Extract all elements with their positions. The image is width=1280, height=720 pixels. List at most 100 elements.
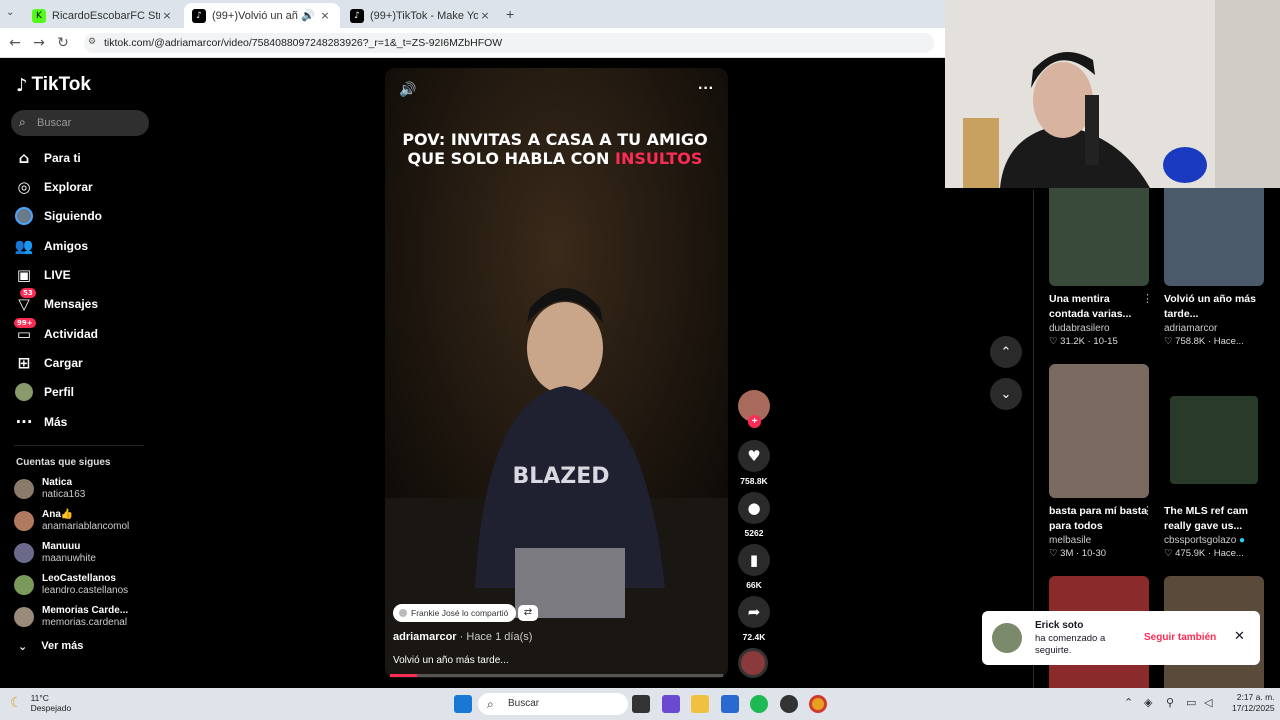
comment-icon: ● — [738, 492, 770, 524]
taskbar-clock[interactable]: 2:17 a. m. 17/12/2025 — [1232, 692, 1275, 714]
forward-icon[interactable]: → — [30, 34, 48, 52]
followed-account[interactable]: Natica natica163 — [14, 475, 85, 503]
followed-account[interactable]: Manuuu maanuwhite — [14, 539, 96, 567]
tab-tiktok-video[interactable]: ♪ (99+)Volvió un año más tar 🔊 × — [184, 3, 340, 28]
author-verified: cbssportsgolazo ● — [1164, 535, 1246, 546]
like-button[interactable]: ♥ 758.8K — [738, 440, 770, 486]
close-icon[interactable]: × — [318, 9, 332, 22]
next-video-button[interactable]: ⌄ — [990, 378, 1022, 410]
avatar — [14, 479, 34, 499]
sidebar-item-amigos[interactable]: 👥 Amigos — [14, 234, 88, 258]
webcam-frame — [945, 0, 1280, 188]
live-icon: ▣ — [16, 266, 32, 284]
related-video-card[interactable]: Una mentira contada varias... dudabrasil… — [1049, 188, 1153, 347]
close-icon[interactable]: × — [160, 9, 174, 22]
video-caption: POV: INVITAS A CASA A TU AMIGO QUE SOLO … — [402, 130, 708, 168]
save-button[interactable]: ▮ 66K — [738, 544, 770, 590]
follow-plus-icon[interactable]: + — [748, 415, 761, 428]
video-author[interactable]: adriamarcor · Hace 1 día(s) — [393, 631, 532, 643]
bookmark-icon: ▮ — [738, 544, 770, 576]
friends-icon: 👥 — [14, 237, 34, 255]
more-options-icon[interactable]: ⋮ — [1142, 504, 1153, 517]
search-input[interactable]: ⌕ Buscar — [11, 110, 149, 136]
microphone-icon[interactable]: ⚲ — [1166, 696, 1174, 709]
reload-icon[interactable]: ↻ — [54, 34, 72, 52]
comment-button[interactable]: ● 5262 — [738, 492, 770, 538]
avatar — [14, 543, 34, 563]
follow-notification: Erick soto ha comenzado a seguirte. Segu… — [982, 611, 1260, 665]
activity-badge: 99+ — [14, 318, 36, 328]
tiktok-icon: ♪ — [16, 74, 28, 96]
windows-start-icon[interactable] — [454, 695, 472, 713]
sidebar-item-actividad[interactable]: ▭ 99+ Actividad — [14, 318, 98, 346]
previous-video-button[interactable]: ⌃ — [990, 336, 1022, 368]
follow-back-button[interactable]: Seguir también — [1144, 632, 1216, 643]
tab-stream[interactable]: K RicardoEscobarFC Stream - Wa × — [24, 3, 182, 28]
followed-account[interactable]: LeoCastellanos leandro.castellanos — [14, 571, 128, 599]
repost-icon[interactable]: ⇄ — [518, 605, 538, 621]
sidebar-item-cargar[interactable]: ⊞ Cargar — [14, 351, 83, 375]
tray-expand-icon[interactable]: ⌃ — [1124, 696, 1133, 709]
video-thumbnail — [1164, 188, 1264, 286]
moon-icon: ☾ — [10, 695, 23, 711]
back-icon[interactable]: ← — [6, 34, 24, 52]
chevron-down-icon: ⌄ — [1000, 386, 1012, 402]
sidebar-item-live[interactable]: ▣ LIVE — [14, 263, 71, 287]
svg-text:BLAZED: BLAZED — [512, 464, 609, 489]
author-avatar-button[interactable]: + — [738, 390, 770, 428]
display-icon[interactable]: ▭ — [1186, 696, 1196, 709]
see-more-button[interactable]: ⌄ Ver más — [18, 640, 83, 653]
sidebar-item-para-ti[interactable]: ⌂ Para ti — [14, 146, 81, 170]
progress-fill — [390, 674, 417, 677]
share-button[interactable]: ➦ 72.4K — [738, 596, 770, 642]
divider — [14, 445, 144, 446]
sidebar-item-siguiendo[interactable]: Siguiendo — [14, 204, 102, 228]
sidebar-item-mensajes[interactable]: ▽ 53 Mensajes — [14, 288, 98, 316]
tab-search-icon[interactable]: ⌄ — [6, 7, 14, 18]
related-video-card[interactable]: The MLS ref cam really gave us... cbsspo… — [1164, 364, 1264, 559]
avatar — [14, 607, 34, 627]
shared-by-label[interactable]: Frankie José lo compartió — [393, 604, 517, 622]
sidebar-item-perfil[interactable]: Perfil — [14, 380, 74, 404]
webcam-overlay — [945, 0, 1280, 188]
profile-icon — [14, 382, 34, 402]
related-video-card[interactable]: Volvió un año más tarde... adriamarcor ♡… — [1164, 188, 1264, 347]
more-options-icon[interactable]: ··· — [698, 80, 714, 98]
sidebar-item-explorar[interactable]: ◎ Explorar — [14, 175, 92, 199]
volume-icon[interactable]: 🔊 — [399, 82, 416, 98]
sidebar-item-mas[interactable]: ··· Más — [14, 410, 67, 434]
music-disc-icon — [738, 648, 768, 678]
followed-account[interactable]: Ana👍 anamariablancomol — [14, 507, 129, 535]
tiktok-logo[interactable]: ♪ TikTok — [16, 74, 91, 96]
store-icon[interactable] — [721, 695, 739, 713]
video-thumbnail — [1049, 188, 1149, 286]
chrome-icon[interactable] — [809, 695, 827, 713]
chevron-up-icon: ⌃ — [1000, 344, 1012, 360]
new-tab-button[interactable]: + — [506, 6, 514, 22]
network-icon[interactable]: ◈ — [1144, 696, 1152, 709]
related-video-card[interactable]: basta para mí basta para todos melbasile… — [1049, 364, 1153, 559]
tiktok-icon: ♪ — [192, 8, 206, 23]
file-explorer-icon[interactable] — [691, 695, 709, 713]
weather-widget[interactable]: ☾ 11°C Despejado — [10, 693, 71, 713]
task-view-icon[interactable] — [632, 695, 650, 713]
obs-icon[interactable] — [780, 695, 798, 713]
kick-icon: K — [32, 8, 46, 23]
close-icon[interactable]: × — [478, 9, 492, 22]
music-disc-button[interactable] — [738, 648, 770, 678]
speaker-icon[interactable]: ◁ — [1204, 696, 1212, 709]
close-icon[interactable]: ✕ — [1234, 629, 1245, 644]
verified-icon: ● — [1239, 535, 1246, 546]
url-field[interactable]: tiktok.com/@adriamarcor/video/7584088097… — [84, 33, 934, 53]
following-title: Cuentas que sigues — [16, 457, 111, 468]
more-options-icon[interactable]: ⋮ — [1142, 292, 1153, 305]
taskbar-search-input[interactable]: ⌕ Buscar — [478, 693, 628, 715]
spotify-icon[interactable] — [750, 695, 768, 713]
video-progress-bar[interactable] — [390, 674, 723, 677]
followed-account[interactable]: Memorias Carde... memorias.cardenal — [14, 603, 128, 631]
site-info-icon[interactable]: ⚙ — [88, 37, 96, 47]
speaker-icon[interactable]: 🔊 — [298, 9, 318, 22]
tab-tiktok-home[interactable]: ♪ (99+)TikTok - Make Your Day × — [342, 3, 500, 28]
copilot-icon[interactable] — [662, 695, 680, 713]
avatar — [399, 609, 407, 617]
